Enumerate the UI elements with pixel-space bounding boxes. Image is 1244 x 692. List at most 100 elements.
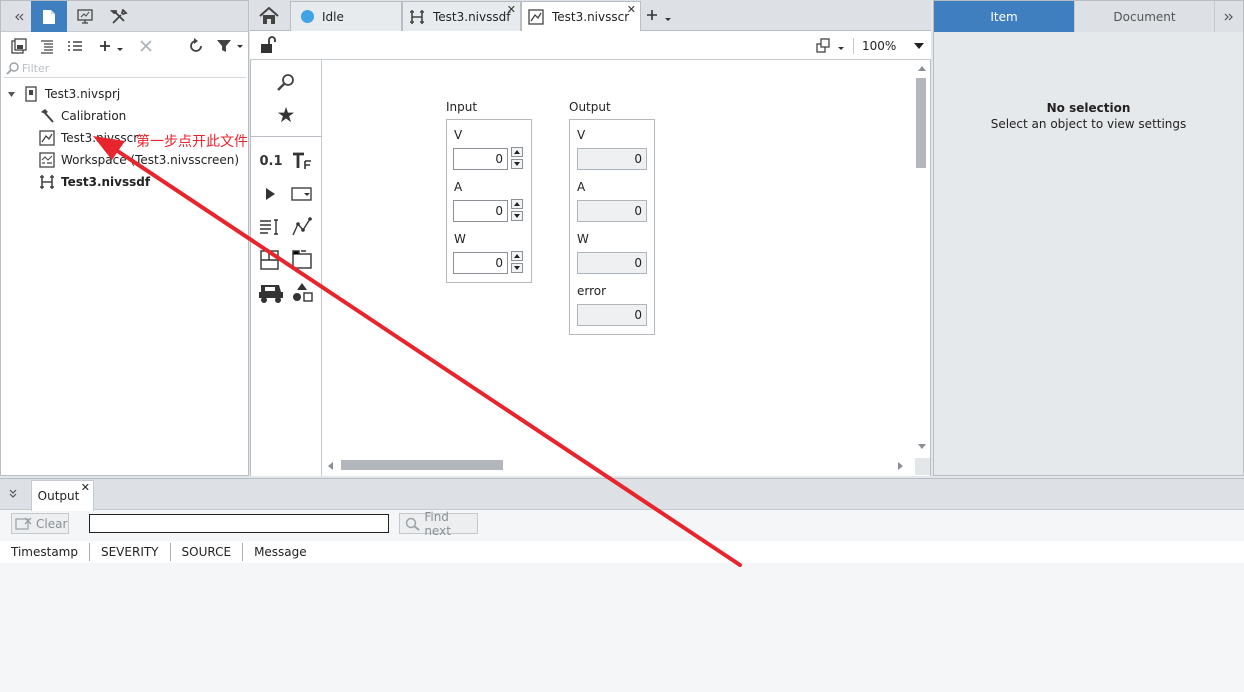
palette-shapes-control[interactable] bbox=[289, 280, 315, 306]
column-source[interactable]: SOURCE bbox=[171, 543, 244, 561]
new-tab-button[interactable] bbox=[646, 6, 674, 26]
filter-input[interactable]: Filter bbox=[22, 62, 49, 75]
vertical-scroll-thumb[interactable] bbox=[916, 78, 926, 168]
collapse-bottom-button[interactable] bbox=[8, 489, 20, 501]
tree-item-calibration[interactable]: Calibration bbox=[39, 105, 126, 127]
numeric-label: 0.1 bbox=[259, 153, 283, 169]
output-table-header: Timestamp SEVERITY SOURCE Message bbox=[0, 541, 1244, 563]
document-toolbar: 100% bbox=[250, 31, 931, 60]
star-icon: ★ bbox=[276, 103, 296, 127]
screen-canvas[interactable]: Input V 0 A 0 W 0 Output V 0 A 0 W 0 err… bbox=[322, 60, 931, 476]
increment-button[interactable] bbox=[511, 147, 523, 157]
control-label: A bbox=[454, 180, 463, 194]
refresh-button[interactable] bbox=[186, 36, 206, 56]
search-icon bbox=[6, 62, 19, 75]
tree-item-sdf[interactable]: Test3.nivssdf bbox=[39, 171, 150, 193]
palette-string-control[interactable] bbox=[257, 214, 283, 240]
output-group-title: Output bbox=[569, 100, 611, 114]
save-all-button[interactable] bbox=[9, 36, 29, 56]
numeric-indicator-error: 0 bbox=[577, 304, 647, 326]
delete-item-button[interactable] bbox=[136, 36, 156, 56]
palette-layout-control[interactable] bbox=[257, 247, 283, 273]
tree-item-workspace[interactable]: Workspace (Test3.nivsscreen) bbox=[39, 149, 239, 171]
palette-button-control[interactable] bbox=[257, 181, 283, 207]
expand-all-button[interactable] bbox=[37, 36, 57, 56]
palette-boolean-text[interactable] bbox=[289, 148, 315, 174]
tab-test3-nivssdf[interactable]: Test3.nivssdf ✕ bbox=[402, 1, 521, 31]
tab-item[interactable]: Item bbox=[934, 1, 1074, 32]
palette-favorites-button[interactable]: ★ bbox=[273, 102, 299, 128]
filter-box[interactable]: Filter bbox=[4, 60, 246, 78]
control-label: W bbox=[454, 232, 466, 246]
collapse-all-button[interactable] bbox=[65, 36, 85, 56]
tab-label: Test3.nivsscr bbox=[552, 9, 630, 24]
tab-project-files[interactable] bbox=[31, 1, 67, 32]
numeric-control-w[interactable]: 0 bbox=[453, 252, 508, 274]
palette-graph-control[interactable] bbox=[289, 214, 315, 240]
column-timestamp[interactable]: Timestamp bbox=[0, 543, 90, 561]
tree-item-project[interactable]: Test3.nivsprj bbox=[7, 83, 120, 105]
find-input[interactable] bbox=[89, 514, 389, 533]
increment-button[interactable] bbox=[511, 251, 523, 261]
close-tab-icon[interactable]: ✕ bbox=[81, 481, 90, 494]
increment-button[interactable] bbox=[511, 199, 523, 209]
lock-button[interactable] bbox=[260, 36, 280, 54]
palette-numeric[interactable]: 0.1 bbox=[256, 148, 286, 174]
control-palette: ★ 0.1 bbox=[250, 60, 322, 476]
numeric-indicator-a: 0 bbox=[577, 200, 647, 222]
scroll-down-icon[interactable] bbox=[917, 443, 927, 451]
indicator-label: A bbox=[577, 180, 586, 194]
jeep-icon bbox=[259, 285, 283, 303]
palette-tab-control[interactable] bbox=[289, 247, 315, 273]
plus-dropdown-icon bbox=[100, 41, 123, 51]
scroll-right-icon[interactable] bbox=[897, 461, 905, 471]
palette-divider bbox=[251, 136, 322, 137]
home-button[interactable] bbox=[254, 2, 284, 30]
tree-item-screen[interactable]: Test3.nivsscr bbox=[39, 127, 138, 149]
close-tab-icon[interactable]: ✕ bbox=[627, 3, 636, 16]
palette-search-button[interactable] bbox=[273, 69, 299, 95]
annotation-text: 第一步点开此文件 bbox=[136, 134, 248, 150]
collapse-right-button[interactable] bbox=[1214, 1, 1243, 32]
column-severity[interactable]: SEVERITY bbox=[90, 543, 171, 561]
tab-screens[interactable] bbox=[67, 1, 103, 32]
expand-arrow-icon[interactable] bbox=[7, 89, 17, 99]
add-item-button[interactable] bbox=[97, 36, 125, 56]
document-tab-bar: Idle Test3.nivssdf ✕ Test3.nivsscr ✕ bbox=[250, 0, 931, 31]
tab-container-icon bbox=[292, 250, 312, 269]
horizontal-scroll-thumb[interactable] bbox=[341, 460, 503, 470]
filter-dropdown-button[interactable] bbox=[214, 36, 246, 56]
indicator-label: W bbox=[577, 232, 589, 246]
tab-idle[interactable]: Idle bbox=[290, 1, 402, 31]
tree-item-label: Test3.nivsscr bbox=[61, 131, 139, 145]
vertical-scrollbar[interactable] bbox=[915, 60, 930, 458]
numeric-control-a[interactable]: 0 bbox=[453, 200, 508, 222]
double-chevron-left-icon bbox=[15, 13, 24, 20]
clear-button[interactable]: Clear bbox=[11, 513, 69, 534]
decrement-button[interactable] bbox=[511, 263, 523, 273]
tab-tools[interactable] bbox=[101, 1, 137, 32]
tab-output[interactable]: Output ✕ bbox=[31, 480, 94, 511]
home-icon bbox=[259, 7, 279, 24]
decrement-button[interactable] bbox=[511, 159, 523, 169]
properties-panel: Item Document No selection Select an obj… bbox=[933, 0, 1244, 476]
arrange-dropdown-button[interactable] bbox=[814, 37, 848, 55]
screen-file-icon bbox=[528, 8, 544, 25]
tab-document[interactable]: Document bbox=[1074, 1, 1214, 32]
close-tab-icon[interactable]: ✕ bbox=[507, 3, 516, 16]
horizontal-scrollbar[interactable] bbox=[322, 458, 915, 473]
scroll-left-icon[interactable] bbox=[326, 461, 334, 471]
find-next-button[interactable]: Find next bbox=[399, 510, 478, 538]
zoom-dropdown[interactable]: 100% bbox=[862, 37, 926, 55]
decrement-button[interactable] bbox=[511, 211, 523, 221]
tab-test3-nivsscr[interactable]: Test3.nivsscr ✕ bbox=[521, 1, 641, 31]
arrow-up-icon bbox=[514, 202, 520, 206]
numeric-control-v[interactable]: 0 bbox=[453, 148, 508, 170]
column-message[interactable]: Message bbox=[243, 543, 318, 561]
find-next-label: Find next bbox=[424, 509, 451, 538]
palette-dropdown-control[interactable] bbox=[289, 181, 315, 207]
scroll-up-icon[interactable] bbox=[917, 64, 927, 72]
tab-label: Idle bbox=[322, 9, 344, 24]
output-panel-tabs: Output ✕ bbox=[0, 479, 1244, 511]
palette-vehicle-control[interactable] bbox=[256, 280, 286, 306]
